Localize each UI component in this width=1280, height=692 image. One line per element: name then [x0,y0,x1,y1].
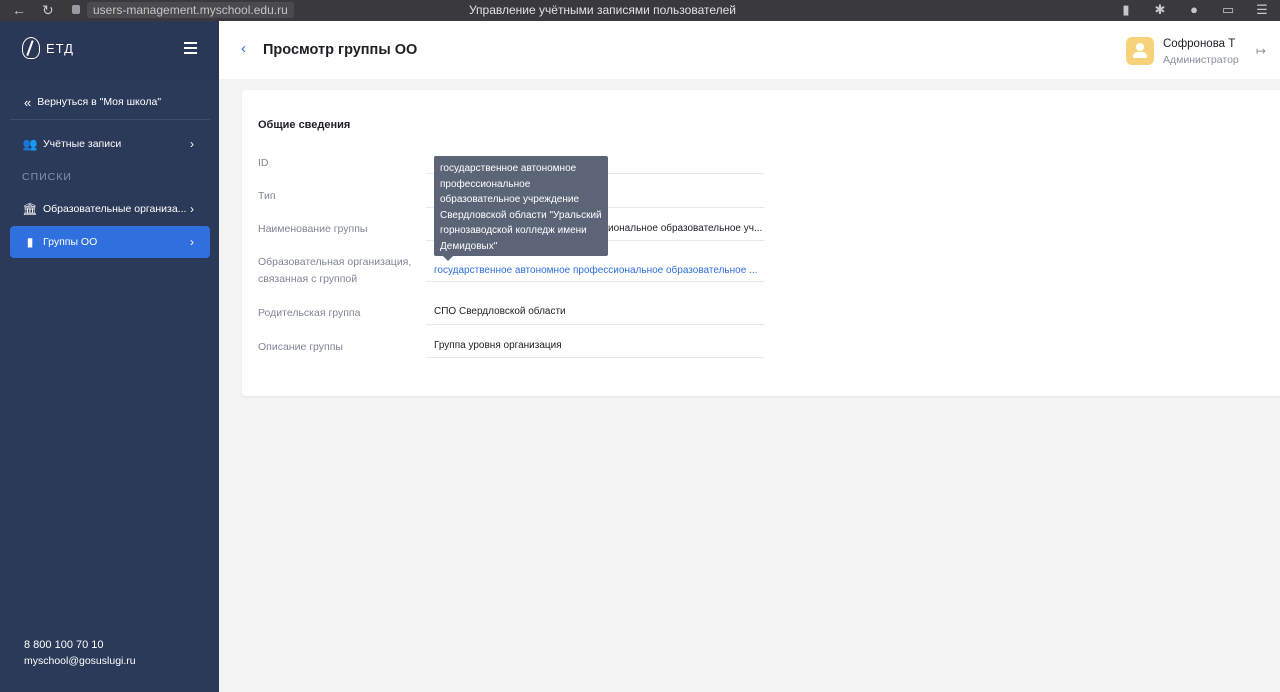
support-contacts: 8 800 100 70 10 myschool@gosuslugi.ru [24,637,136,669]
double-chevron-left-icon: « [24,94,32,110]
field-label: ID [258,157,269,169]
browser-toolbar: ← ↻ users-management.myschool.edu.ru Упр… [0,0,1280,21]
page-header: ‹ Просмотр группы ОО Софронова Т Админис… [219,21,1280,79]
sidebar-item-groups[interactable]: ▮ Группы ОО › [10,226,210,258]
group-details-card: Общие сведения ID Тип Наименование групп… [242,90,1280,396]
lock-icon [72,5,80,14]
user-role: Администратор [1163,54,1239,66]
browser-reload-icon[interactable]: ↻ [42,2,54,19]
field-value: иональное образовательное уч... [608,223,763,234]
sidebar-section-lists: СПИСКИ [22,171,72,183]
field-label: Наименование группы [258,223,368,235]
field-label: Описание группы [258,341,343,353]
sidebar-item-label: Образовательные организа... [43,203,187,215]
bookmark-icon: ▮ [26,235,34,249]
battery-icon[interactable]: ▭ [1220,2,1236,18]
field-label: Родительская группа [258,307,361,319]
users-icon: 👥 [22,137,38,151]
field-value: СПО Свердловской области [434,306,566,317]
hamburger-menu-icon[interactable] [184,42,197,57]
sidebar-item-label: Группы ОО [43,236,98,248]
page-title: Просмотр группы ОО [263,42,418,58]
sidebar: ЕТД « Вернуться в "Моя школа" 👥 Учётные … [0,21,219,692]
sidebar-item-organizations[interactable]: 🏛 Образовательные организа... › [10,193,210,225]
field-underline [426,324,764,325]
address-bar[interactable]: users-management.myschool.edu.ru [87,2,294,18]
chevron-right-icon: › [190,137,194,151]
organization-link[interactable]: государственное автономное профессиональ… [434,265,764,276]
field-underline [426,357,764,358]
avatar[interactable] [1126,37,1154,65]
menu-icon[interactable]: ☰ [1254,2,1270,18]
logo-text: ЕТД [46,40,74,56]
section-title: Общие сведения [258,119,351,131]
extension-icon[interactable]: ✱ [1152,2,1168,18]
user-name[interactable]: Софронова Т [1163,38,1235,50]
vpn-icon[interactable]: ● [1186,2,1202,18]
back-link-label: Вернуться в "Моя школа" [37,96,162,108]
sidebar-header: ЕТД [0,21,219,80]
logo[interactable]: ЕТД [22,37,74,59]
support-email[interactable]: myschool@gosuslugi.ru [24,653,136,669]
window-title: Управление учётными записями пользовател… [468,3,737,17]
sidebar-item-label: Учётные записи [43,138,122,150]
field-label: Тип [258,190,276,202]
field-value: Группа уровня организация [434,340,562,351]
back-to-my-school-link[interactable]: « Вернуться в "Моя школа" [10,90,210,114]
logout-icon[interactable]: ↦ [1256,44,1266,58]
bookmark-icon[interactable]: ▮ [1118,2,1134,18]
chevron-right-icon: › [190,235,194,249]
sidebar-item-accounts[interactable]: 👥 Учётные записи › [10,128,210,160]
field-underline [426,281,764,282]
field-label: Образовательная организация, связанная с… [258,256,412,285]
building-icon: 🏛 [22,202,38,216]
chevron-right-icon: › [190,202,194,216]
browser-back-icon[interactable]: ← [12,2,26,18]
organization-tooltip: государственное автономное профессиональ… [434,156,608,261]
support-phone[interactable]: 8 800 100 70 10 [24,637,136,653]
logo-mark-icon [22,37,40,59]
back-chevron-icon[interactable]: ‹ [241,40,246,57]
sidebar-divider [10,119,210,120]
